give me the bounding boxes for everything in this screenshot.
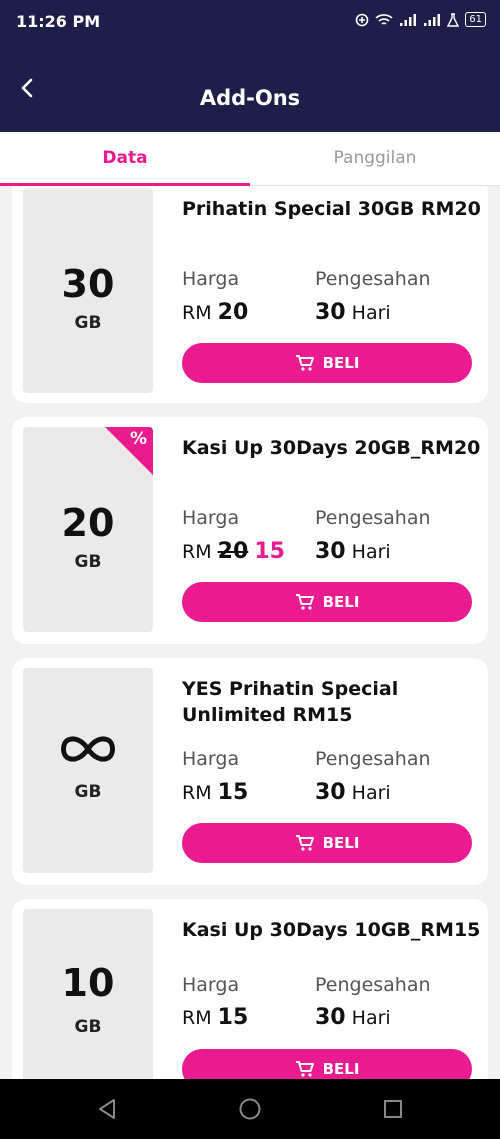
plan-title: Kasi Up 30Days 20GB_RM20 [182, 437, 481, 459]
wifi-icon [375, 13, 393, 25]
addon-card: 10 GB Kasi Up 30Days 10GB_RM15 Harga Pen… [12, 899, 488, 1079]
validity-label: Pengesahan [315, 748, 431, 770]
currency: RM [182, 782, 212, 804]
price-value: 15 [217, 780, 249, 805]
price: RM 15 [182, 1005, 248, 1030]
location-add-icon [355, 13, 369, 26]
addon-card: % 20 GB Kasi Up 30Days 20GB_RM20 Harga P… [12, 417, 488, 644]
signal-2-icon [424, 13, 441, 26]
currency: RM [182, 541, 212, 563]
page-title: Add-Ons [199, 86, 301, 110]
validity: 30 Hari [315, 300, 391, 325]
currency: RM [182, 302, 212, 324]
cart-icon [295, 835, 314, 851]
validity-unit: Hari [351, 541, 391, 563]
buy-button-label: BELI [322, 354, 360, 372]
validity: 30 Hari [315, 539, 391, 564]
addon-card: GB YES Prihatin Special Unlimited RM15 H… [12, 658, 488, 885]
addon-card: 30 GB Prihatin Special 30GB RM20 Harga P… [12, 186, 488, 403]
price: RM 20 15 [182, 539, 285, 564]
price: RM 15 [182, 780, 248, 805]
validity-value: 30 [315, 1005, 346, 1030]
price-label: Harga [182, 507, 240, 529]
data-unit: GB [74, 1017, 102, 1037]
buy-button[interactable]: BELI [182, 343, 472, 383]
validity-value: 30 [315, 539, 346, 564]
data-size: 30 [61, 262, 115, 306]
app-bar: Add-Ons [0, 44, 500, 132]
data-unit: GB [74, 552, 102, 572]
buy-button-label: BELI [322, 834, 360, 852]
validity-unit: Hari [351, 1007, 391, 1029]
buy-button[interactable]: BELI [182, 582, 472, 622]
system-nav-bar [0, 1079, 500, 1139]
tab-bar: Data Panggilan [0, 132, 500, 186]
tab-panggilan[interactable]: Panggilan [250, 132, 500, 185]
cart-icon [295, 355, 314, 371]
addon-list[interactable]: 30 GB Prihatin Special 30GB RM20 Harga P… [0, 186, 500, 1079]
cart-icon [295, 594, 314, 610]
infinity-icon [61, 736, 115, 762]
validity-unit: Hari [351, 782, 391, 804]
validity: 30 Hari [315, 780, 391, 805]
data-unit: GB [74, 782, 102, 802]
data-size-box: % 20 GB [23, 427, 153, 632]
validity-value: 30 [315, 300, 346, 325]
plan-title: Prihatin Special 30GB RM20 [182, 198, 481, 220]
signal-icon [400, 13, 417, 26]
promo-badge-label: % [129, 429, 147, 449]
price: RM 20 [182, 300, 248, 325]
data-size-box: 30 GB [23, 188, 153, 393]
data-size-box: 10 GB [23, 909, 153, 1079]
validity-value: 30 [315, 780, 346, 805]
price-label: Harga [182, 268, 240, 290]
cart-icon [295, 1061, 314, 1077]
validity-label: Pengesahan [315, 268, 431, 290]
validity: 30 Hari [315, 1005, 391, 1030]
buy-button[interactable]: BELI [182, 1049, 472, 1079]
discounted-price: 15 [254, 539, 285, 564]
nav-home-icon[interactable] [235, 1094, 265, 1124]
price-value: 20 [217, 300, 249, 325]
data-size-box: GB [23, 668, 153, 873]
buy-button-label: BELI [322, 593, 360, 611]
validity-unit: Hari [351, 302, 391, 324]
buy-button-label: BELI [322, 1060, 360, 1078]
data-size: 20 [61, 501, 115, 545]
buy-button[interactable]: BELI [182, 823, 472, 863]
lab-icon [447, 12, 460, 27]
data-size: 10 [61, 961, 115, 1005]
data-unit: GB [74, 313, 102, 333]
nav-recents-icon[interactable] [378, 1094, 408, 1124]
old-price: 20 [217, 539, 249, 564]
price-label: Harga [182, 974, 240, 996]
currency: RM [182, 1007, 212, 1029]
validity-label: Pengesahan [315, 974, 431, 996]
plan-title: Kasi Up 30Days 10GB_RM15 [182, 919, 481, 941]
price-value: 15 [217, 1005, 249, 1030]
tab-data[interactable]: Data [0, 132, 250, 186]
status-bar: 11:26 PM 61 [0, 0, 500, 44]
status-icons: 61 [355, 12, 486, 27]
battery-level: 61 [465, 12, 486, 27]
validity-label: Pengesahan [315, 507, 431, 529]
plan-title: YES Prihatin Special Unlimited RM15 [182, 678, 399, 726]
status-time: 11:26 PM [16, 12, 101, 31]
price-label: Harga [182, 748, 240, 770]
nav-back-icon[interactable] [92, 1094, 122, 1124]
